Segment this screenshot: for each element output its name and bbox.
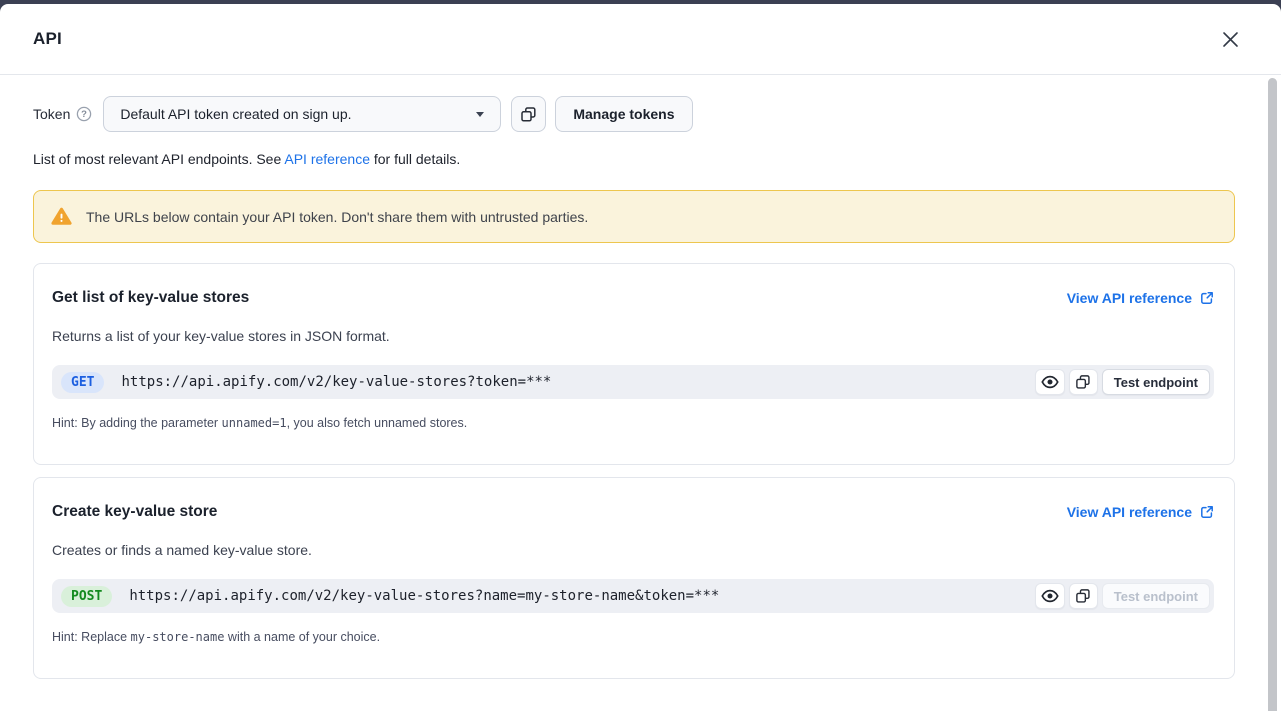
hint-before: Hint: By adding the parameter bbox=[52, 416, 222, 430]
card-title: Create key-value store bbox=[52, 503, 217, 521]
intro-before: List of most relevant API endpoints. See bbox=[33, 151, 284, 167]
test-endpoint-button[interactable]: Test endpoint bbox=[1102, 369, 1210, 395]
test-endpoint-button-disabled[interactable]: Test endpoint bbox=[1102, 583, 1210, 609]
endpoint-bar: POST https://api.apify.com/v2/key-value-… bbox=[52, 579, 1214, 613]
copy-url-button[interactable] bbox=[1069, 583, 1098, 609]
hint-before: Hint: Replace bbox=[52, 630, 131, 644]
card-head: Get list of key-value stores View API re… bbox=[52, 289, 1214, 307]
endpoint-card-create-store: Create key-value store View API referenc… bbox=[33, 477, 1235, 679]
external-link-icon bbox=[1200, 291, 1214, 305]
hint-code: unnamed=1 bbox=[222, 416, 287, 430]
eye-icon bbox=[1041, 589, 1059, 603]
token-select-value: Default API token created on sign up. bbox=[120, 106, 351, 122]
view-api-reference-link[interactable]: View API reference bbox=[1067, 290, 1214, 306]
copy-token-button[interactable] bbox=[511, 96, 546, 132]
scrollbar-thumb[interactable] bbox=[1268, 78, 1277, 711]
view-api-reference-link[interactable]: View API reference bbox=[1067, 504, 1214, 520]
endpoint-card-get-list: Get list of key-value stores View API re… bbox=[33, 263, 1235, 465]
modal-content: Token ? Default API token created on sig… bbox=[0, 75, 1281, 679]
endpoint-bar: GET https://api.apify.com/v2/key-value-s… bbox=[52, 365, 1214, 399]
token-label: Token bbox=[33, 106, 70, 122]
api-modal: API Token ? Default API token created on… bbox=[0, 4, 1281, 711]
api-reference-link[interactable]: API reference bbox=[284, 151, 370, 167]
warning-banner: The URLs below contain your API token. D… bbox=[33, 190, 1235, 243]
chevron-down-icon bbox=[476, 112, 484, 117]
hint-code: my-store-name bbox=[131, 630, 225, 644]
endpoint-hint: Hint: Replace my-store-name with a name … bbox=[52, 630, 1214, 644]
copy-icon bbox=[1075, 374, 1091, 390]
hint-after: , you also fetch unnamed stores. bbox=[287, 416, 468, 430]
warning-icon bbox=[51, 207, 72, 226]
card-description: Creates or finds a named key-value store… bbox=[52, 542, 1214, 558]
external-link-icon bbox=[1200, 505, 1214, 519]
endpoint-hint: Hint: By adding the parameter unnamed=1,… bbox=[52, 416, 1214, 430]
endpoint-url: https://api.apify.com/v2/key-value-store… bbox=[121, 374, 551, 390]
card-description: Returns a list of your key-value stores … bbox=[52, 328, 1214, 344]
page-title: API bbox=[33, 29, 62, 49]
method-badge: POST bbox=[61, 586, 112, 607]
hint-after: with a name of your choice. bbox=[224, 630, 380, 644]
token-select[interactable]: Default API token created on sign up. bbox=[103, 96, 501, 132]
copy-icon bbox=[1075, 588, 1091, 604]
endpoint-url: https://api.apify.com/v2/key-value-store… bbox=[129, 588, 719, 604]
reveal-token-button[interactable] bbox=[1035, 583, 1065, 609]
modal-header: API bbox=[0, 4, 1281, 75]
token-row: Token ? Default API token created on sig… bbox=[33, 96, 1235, 132]
eye-icon bbox=[1041, 375, 1059, 389]
view-api-reference-label: View API reference bbox=[1067, 504, 1192, 520]
close-button[interactable] bbox=[1218, 27, 1242, 51]
view-api-reference-label: View API reference bbox=[1067, 290, 1192, 306]
endpoint-actions: Test endpoint bbox=[1035, 369, 1210, 395]
close-icon bbox=[1222, 31, 1239, 48]
copy-url-button[interactable] bbox=[1069, 369, 1098, 395]
help-icon[interactable]: ? bbox=[76, 106, 92, 122]
card-title: Get list of key-value stores bbox=[52, 289, 249, 307]
method-badge: GET bbox=[61, 372, 104, 393]
card-head: Create key-value store View API referenc… bbox=[52, 503, 1214, 521]
intro-text: List of most relevant API endpoints. See… bbox=[33, 151, 1235, 167]
intro-after: for full details. bbox=[370, 151, 460, 167]
manage-tokens-button[interactable]: Manage tokens bbox=[555, 96, 692, 132]
copy-icon bbox=[520, 106, 537, 123]
endpoint-actions: Test endpoint bbox=[1035, 583, 1210, 609]
warning-text: The URLs below contain your API token. D… bbox=[86, 209, 588, 225]
reveal-token-button[interactable] bbox=[1035, 369, 1065, 395]
svg-text:?: ? bbox=[81, 109, 87, 120]
